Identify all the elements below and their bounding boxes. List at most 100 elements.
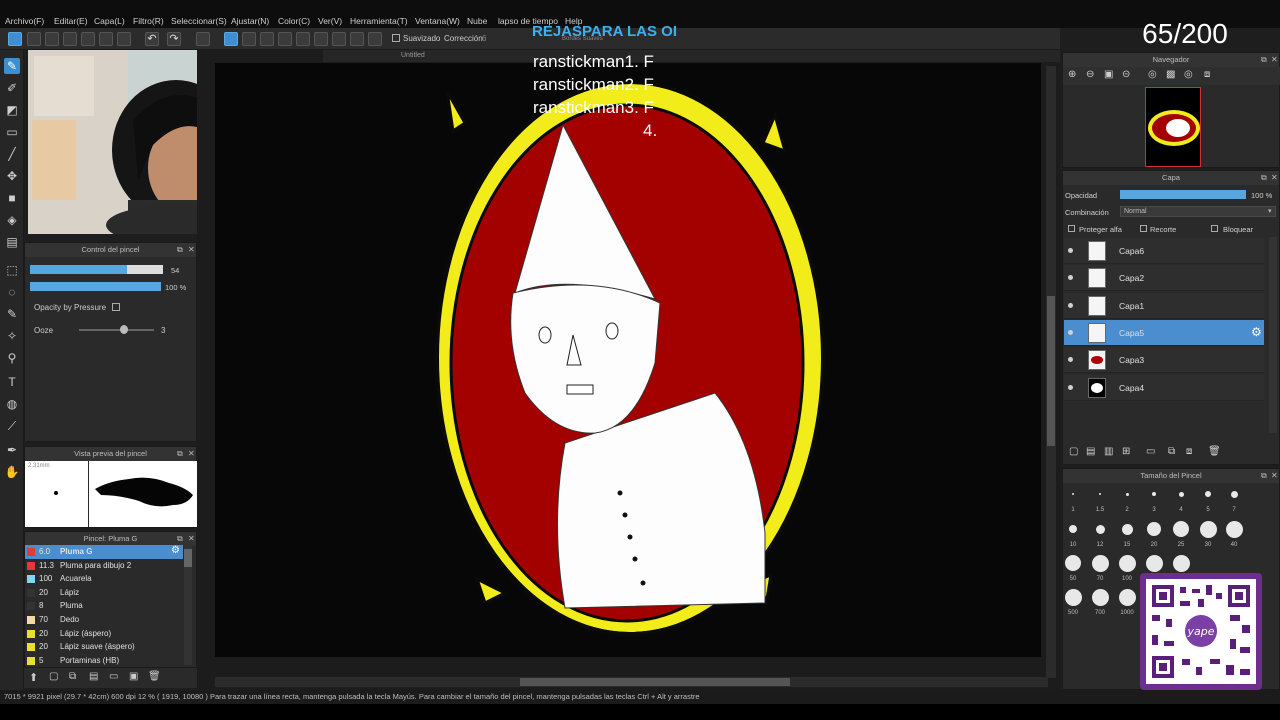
merge-layer-icon[interactable]: ⧈ bbox=[1186, 446, 1192, 457]
brush-size-option[interactable] bbox=[1095, 524, 1105, 534]
cloud-button[interactable] bbox=[45, 32, 59, 46]
brush-save-icon[interactable]: ▤ bbox=[89, 671, 98, 682]
save-button[interactable] bbox=[63, 32, 77, 46]
export-button[interactable] bbox=[81, 32, 95, 46]
gradient-tool-icon[interactable]: ▤ bbox=[4, 234, 20, 250]
brush-size-option[interactable] bbox=[1152, 492, 1156, 496]
document-canvas[interactable] bbox=[215, 63, 1041, 657]
curve-button[interactable] bbox=[332, 32, 346, 46]
menu-seleccionar[interactable]: Seleccionar(S) bbox=[171, 16, 227, 26]
eraser-tool-icon[interactable]: ◩ bbox=[4, 102, 20, 118]
panel-close-icon[interactable]: ✕ bbox=[1271, 55, 1278, 64]
brush-list-item[interactable]: 20 Lápiz bbox=[25, 586, 183, 600]
brush-size-option[interactable] bbox=[1199, 520, 1217, 538]
layer-row[interactable]: Capa1 bbox=[1064, 292, 1264, 319]
reset-icon[interactable]: ▩ bbox=[1166, 69, 1175, 80]
visibility-eye-icon[interactable] bbox=[1068, 329, 1073, 335]
select-rect-icon[interactable]: ⬚ bbox=[4, 262, 20, 278]
zoom-minus-icon[interactable]: ⊝ bbox=[1122, 69, 1130, 80]
canvas-hscroll[interactable] bbox=[215, 677, 1048, 687]
correction-value[interactable]: 6 bbox=[482, 34, 486, 43]
menu-color[interactable]: Color(C) bbox=[278, 16, 310, 26]
smoothing-checkbox[interactable] bbox=[392, 34, 400, 42]
clip-checkbox[interactable] bbox=[1140, 225, 1147, 232]
menu-editar[interactable]: Editar(E) bbox=[54, 16, 88, 26]
menu-capa[interactable]: Capa(L) bbox=[94, 16, 125, 26]
eyedropper-icon[interactable]: ✒ bbox=[4, 442, 20, 458]
document-tab[interactable]: Untitled bbox=[323, 50, 1060, 62]
brush-size-option[interactable] bbox=[1069, 525, 1077, 533]
brush-list-item[interactable]: 11.3 Pluma para dibujo 2 bbox=[25, 559, 183, 573]
panel-close-icon[interactable]: ✕ bbox=[188, 245, 195, 254]
new-layer-menu-icon[interactable]: ⊞ bbox=[1122, 446, 1130, 457]
deselect-button[interactable] bbox=[196, 32, 210, 46]
balloon-tool-icon[interactable]: ◍ bbox=[4, 396, 20, 412]
blend-mode-select[interactable]: Normal ▾ bbox=[1120, 206, 1276, 217]
brush-list-scrollbar[interactable] bbox=[184, 545, 192, 665]
select-pen-icon[interactable]: ✎ bbox=[4, 306, 20, 322]
brush-size-option[interactable] bbox=[1230, 490, 1238, 498]
brush-list-item[interactable]: 6.0 Pluma G ⚙ bbox=[25, 545, 183, 559]
menu-archivo[interactable]: Archivo(F) bbox=[5, 16, 44, 26]
fill-tool-icon[interactable]: ◈ bbox=[4, 212, 20, 228]
brush-list-item[interactable]: 20 Lápiz suave (áspero) bbox=[25, 640, 183, 654]
brush-list-item[interactable]: 8 Pluma bbox=[25, 599, 183, 613]
brush-size-option[interactable] bbox=[1145, 554, 1163, 572]
brush-size-option[interactable] bbox=[1147, 522, 1161, 536]
brush-list-item[interactable]: 5 Portaminas (HB) bbox=[25, 654, 183, 668]
layer-opacity-slider[interactable] bbox=[1120, 190, 1246, 199]
fit-icon[interactable]: ▣ bbox=[1104, 69, 1113, 80]
brush-list-item[interactable]: 20 Lápiz (áspero) bbox=[25, 627, 183, 641]
antialias-button[interactable] bbox=[224, 32, 238, 46]
duplicate-layer-icon[interactable]: ⧉ bbox=[1168, 446, 1175, 457]
protect-alpha-checkbox[interactable] bbox=[1068, 225, 1075, 232]
brush-size-option[interactable] bbox=[1072, 493, 1074, 495]
navigator-thumbnail[interactable] bbox=[1145, 87, 1201, 167]
visibility-eye-icon[interactable] bbox=[1068, 302, 1073, 308]
rect-tool-icon[interactable]: ■ bbox=[4, 190, 20, 206]
panel-close-icon[interactable]: ✕ bbox=[188, 449, 195, 458]
brush-size-option[interactable] bbox=[1173, 521, 1189, 537]
brush-size-option[interactable] bbox=[1172, 554, 1190, 572]
magic-wand-icon[interactable]: ✧ bbox=[4, 328, 20, 344]
panel-close-icon[interactable]: ✕ bbox=[1271, 471, 1278, 480]
panel-close-icon[interactable]: ✕ bbox=[188, 534, 195, 543]
lasso-tool-icon[interactable]: ◌ bbox=[4, 284, 20, 300]
brush-opacity-slider[interactable] bbox=[30, 282, 161, 291]
layer-row[interactable]: Capa3 bbox=[1064, 347, 1264, 374]
brush-size-option[interactable] bbox=[1125, 492, 1129, 496]
brush-size-option[interactable] bbox=[1205, 491, 1211, 497]
brush-list-item[interactable]: 100 Acuarela bbox=[25, 572, 183, 586]
layer-row[interactable]: Capa6 bbox=[1064, 238, 1264, 264]
parallel-button[interactable] bbox=[278, 32, 292, 46]
menu-filtro[interactable]: Filtro(R) bbox=[133, 16, 164, 26]
brush-size-option[interactable] bbox=[1225, 520, 1243, 538]
undo-icon[interactable]: ↶ bbox=[145, 32, 159, 46]
panel-expand-icon[interactable]: ⧉ bbox=[177, 449, 183, 459]
zoom-out-icon[interactable]: ⊖ bbox=[1086, 69, 1094, 80]
ellipse-button[interactable] bbox=[350, 32, 364, 46]
layer-folder-icon[interactable]: ▭ bbox=[1146, 446, 1155, 457]
flip-icon[interactable]: ⧈ bbox=[1204, 69, 1210, 80]
brush-size-slider[interactable] bbox=[30, 265, 163, 274]
menu-herramienta[interactable]: Herramienta(T) bbox=[350, 16, 408, 26]
brush-size-option[interactable] bbox=[1118, 554, 1136, 572]
new-layer-icon[interactable]: ▢ bbox=[1069, 446, 1078, 457]
brush-settings-gear-icon[interactable]: ⚙ bbox=[171, 545, 180, 556]
shape-tool-icon[interactable]: ▭ bbox=[4, 124, 20, 140]
brush-size-option[interactable] bbox=[1064, 588, 1082, 606]
new-button[interactable] bbox=[27, 32, 41, 46]
hand-tool-icon[interactable]: ✋ bbox=[4, 464, 20, 480]
brush-new-icon[interactable]: ▢ bbox=[49, 671, 58, 682]
brush-add-icon[interactable]: ⬆ bbox=[29, 671, 38, 684]
ooze-slider-handle[interactable] bbox=[120, 325, 128, 334]
text-tool-icon[interactable]: T bbox=[4, 374, 20, 390]
menu-nube[interactable]: Nube bbox=[467, 16, 487, 26]
delete-layer-icon[interactable]: 🗑 bbox=[1208, 446, 1221, 457]
brush-settings-icon[interactable]: ▣ bbox=[129, 671, 138, 682]
brush-size-option[interactable] bbox=[1091, 554, 1109, 572]
pen-tool-icon[interactable]: ✎ bbox=[4, 58, 20, 74]
menu-ajustar[interactable]: Ajustar(N) bbox=[231, 16, 269, 26]
brush-copy-icon[interactable]: ⧉ bbox=[69, 671, 76, 682]
brush-size-option[interactable] bbox=[1091, 588, 1109, 606]
